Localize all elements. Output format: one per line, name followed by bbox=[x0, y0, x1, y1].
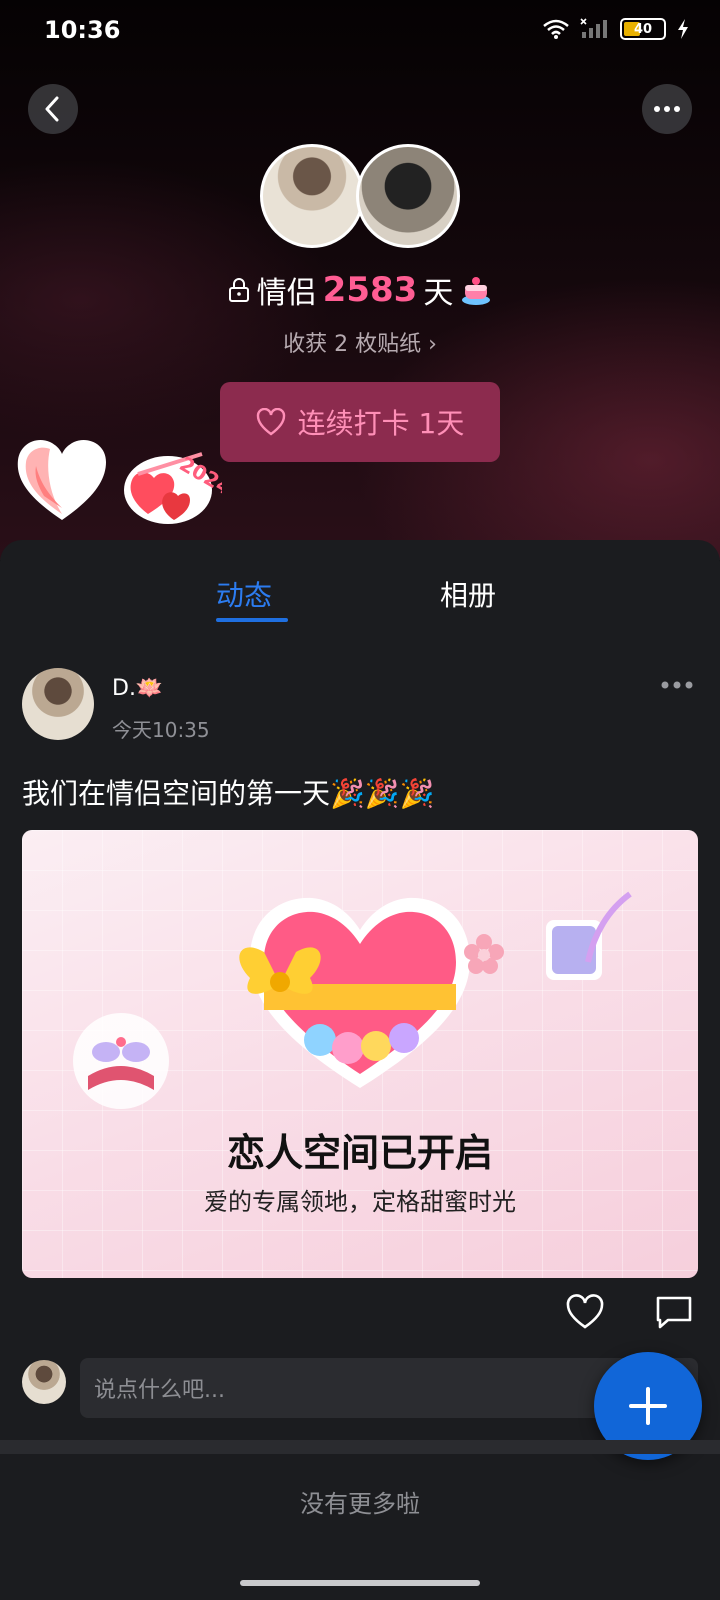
signal-icon bbox=[580, 18, 607, 38]
couple-days-count: 2583 bbox=[322, 270, 418, 310]
cake-icon bbox=[462, 277, 491, 305]
status-icons: 40 bbox=[542, 18, 690, 40]
wifi-icon bbox=[543, 19, 569, 39]
post-more-icon[interactable] bbox=[660, 680, 694, 690]
tab-album[interactable]: 相册 bbox=[440, 574, 496, 614]
heart-outline-icon bbox=[256, 408, 285, 436]
status-bar: 10:36 40 bbox=[0, 0, 720, 64]
current-user-avatar bbox=[22, 1360, 66, 1404]
birds-bridge-icon bbox=[73, 1013, 169, 1109]
home-indicator[interactable] bbox=[240, 1580, 480, 1586]
couple-days-unit: 天 bbox=[423, 276, 454, 311]
section-divider bbox=[0, 1440, 720, 1454]
tab-moments[interactable]: 动态 bbox=[216, 574, 272, 614]
heart-sticker-icon bbox=[17, 440, 106, 520]
lock-icon bbox=[228, 278, 249, 302]
tab-bar: 动态 相册 bbox=[0, 540, 720, 622]
back-button[interactable] bbox=[28, 84, 78, 134]
chevron-left-icon bbox=[45, 96, 59, 122]
couple-avatars bbox=[260, 144, 460, 250]
comment-icon[interactable] bbox=[654, 1294, 694, 1330]
post-timestamp: 今天10:35 bbox=[112, 718, 210, 742]
end-of-list-text: 没有更多啦 bbox=[300, 1490, 420, 1518]
active-tab-indicator bbox=[216, 618, 288, 622]
post-card[interactable]: 恋人空间已开启 爱的专属领地，定格甜蜜时光 bbox=[22, 830, 698, 1278]
battery-icon: 40 bbox=[620, 18, 666, 40]
checkin-button[interactable]: 连续打卡 1天 bbox=[220, 382, 500, 462]
flower-icon bbox=[464, 934, 504, 974]
post-actions bbox=[0, 1294, 720, 1344]
card-subtitle: 爱的专属领地，定格甜蜜时光 bbox=[204, 1188, 516, 1216]
post-author-name[interactable]: D.🪷 bbox=[112, 676, 163, 701]
like-icon[interactable] bbox=[566, 1294, 604, 1330]
status-time: 10:36 bbox=[44, 16, 121, 44]
checkin-label: 连续打卡 1天 bbox=[297, 407, 465, 440]
post-author-avatar[interactable] bbox=[22, 668, 94, 740]
avatar-partner[interactable] bbox=[356, 144, 460, 248]
battery-level: 40 bbox=[633, 21, 653, 37]
more-dots-icon bbox=[654, 106, 680, 112]
sticker-2024-icon: 2024 bbox=[124, 452, 222, 524]
card-title: 恋人空间已开启 bbox=[226, 1131, 493, 1175]
stickers-link[interactable]: 收获 2 枚贴纸 › bbox=[0, 326, 720, 358]
more-button[interactable] bbox=[642, 84, 692, 134]
content-sheet: 动态 相册 D.🪷 今天10:35 我们在情侣空间的第一天🎉🎉🎉 恋人空间已开启… bbox=[0, 540, 720, 1600]
couple-label: 情侣 bbox=[256, 276, 317, 311]
charging-icon bbox=[678, 19, 688, 39]
plus-icon bbox=[629, 1387, 667, 1425]
gift-heart-icon bbox=[239, 897, 470, 1088]
post-text: 我们在情侣空间的第一天🎉🎉🎉 bbox=[22, 777, 435, 810]
avatar-user[interactable] bbox=[260, 144, 364, 248]
letter-icon bbox=[546, 891, 632, 980]
couple-days-line: 情侣 2583 天 bbox=[0, 268, 720, 312]
